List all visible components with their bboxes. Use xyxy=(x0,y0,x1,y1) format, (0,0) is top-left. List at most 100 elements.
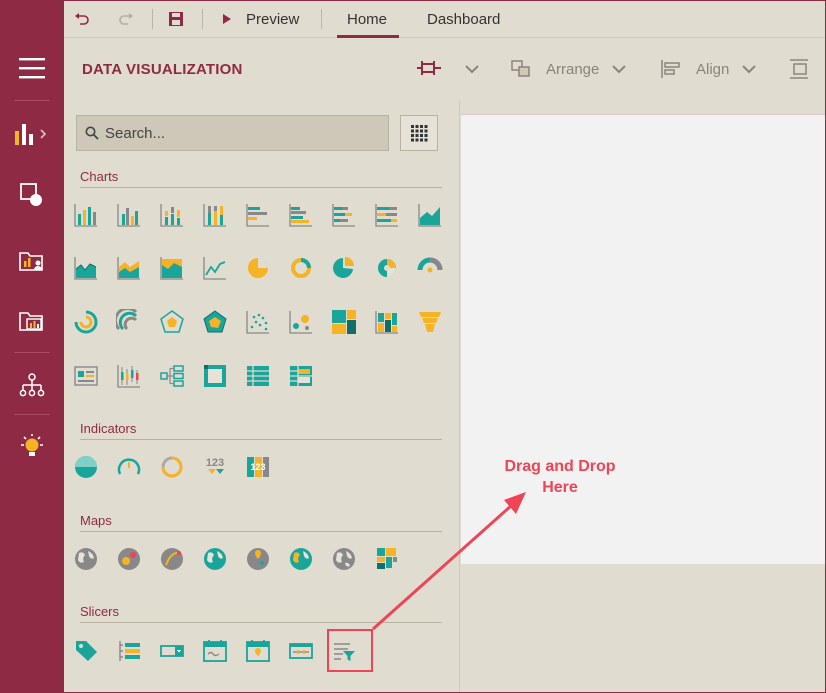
calendar-range-icon xyxy=(203,640,227,662)
world-map-widget[interactable] xyxy=(330,545,358,573)
doughnut-chart-widget[interactable] xyxy=(287,254,315,282)
tag-slicer-widget[interactable] xyxy=(72,637,100,665)
pin-icon xyxy=(417,61,441,75)
scatter-chart-widget[interactable] xyxy=(244,308,272,336)
polar-chart-icon xyxy=(116,309,138,331)
preview-button[interactable]: Preview xyxy=(222,0,299,38)
bubble-chart-widget[interactable] xyxy=(287,308,315,336)
line-chart-widget[interactable] xyxy=(201,254,229,282)
filters-button[interactable] xyxy=(0,178,64,212)
panel-header-bar: DATA VISUALIZATION Arrange Align xyxy=(64,38,826,100)
arrange-button[interactable]: Arrange xyxy=(510,58,627,80)
range-slider-slicer-widget[interactable] xyxy=(287,637,315,665)
radial-pie-icon xyxy=(378,259,396,277)
save-button[interactable] xyxy=(168,0,184,38)
number-card-widget[interactable] xyxy=(158,453,186,481)
filled-map-widget[interactable] xyxy=(201,545,229,573)
progress-ring-icon xyxy=(161,456,183,478)
bar-chart-widget[interactable] xyxy=(244,201,272,229)
pin-button[interactable] xyxy=(416,58,442,80)
spark-grid-widget[interactable]: 123 xyxy=(244,453,272,481)
grid-widget[interactable] xyxy=(244,362,272,390)
filled-radar-widget[interactable] xyxy=(201,308,229,336)
chevron-down-icon xyxy=(742,65,757,74)
semi-pie-widget[interactable] xyxy=(416,254,444,282)
bubble-map-widget[interactable] xyxy=(115,545,143,573)
marker-map-widget[interactable] xyxy=(244,545,272,573)
radar-chart-widget[interactable] xyxy=(158,308,186,336)
stacked-column-100-widget[interactable] xyxy=(201,201,229,229)
data-visualization-button[interactable] xyxy=(0,116,64,152)
polar-chart-widget[interactable] xyxy=(115,308,143,336)
list-slicer-icon xyxy=(119,641,140,661)
map-widget[interactable] xyxy=(72,545,100,573)
clustered-column-icon xyxy=(117,204,140,227)
search-input[interactable] xyxy=(105,124,375,142)
tab-home[interactable]: Home xyxy=(347,0,387,38)
date-picker-slicer-widget[interactable] xyxy=(244,637,272,665)
tile-map-widget[interactable] xyxy=(373,545,401,573)
card-widget[interactable] xyxy=(72,362,100,390)
date-range-slicer-widget[interactable] xyxy=(201,637,229,665)
radial-gauge-widget[interactable] xyxy=(115,453,143,481)
column-chart-widget[interactable] xyxy=(72,201,100,229)
distribute-icon xyxy=(790,59,808,79)
pin-dropdown[interactable] xyxy=(464,58,480,80)
undo-icon xyxy=(75,13,89,25)
pyramid-pie-widget[interactable] xyxy=(373,254,401,282)
radial-gauge-icon xyxy=(117,458,141,475)
data-source-button[interactable] xyxy=(0,244,64,278)
clustered-bar-widget[interactable] xyxy=(287,201,315,229)
list-slicer-widget[interactable] xyxy=(115,637,143,665)
undo-button[interactable] xyxy=(74,0,90,38)
stacked-area-100-widget[interactable] xyxy=(158,254,186,282)
number-indicator-widget[interactable]: 123 xyxy=(201,453,229,481)
clustered-column-widget[interactable] xyxy=(115,201,143,229)
line-chart-icon xyxy=(203,257,226,280)
menu-button[interactable] xyxy=(0,48,64,88)
pie-chart-widget[interactable] xyxy=(244,254,272,282)
flow-map-widget[interactable] xyxy=(158,545,186,573)
highlighted-widget-box xyxy=(327,629,373,672)
treemap-widget[interactable] xyxy=(330,308,358,336)
left-sidebar xyxy=(0,0,64,693)
dashboards-button[interactable] xyxy=(0,304,64,338)
combobox-slicer-widget[interactable] xyxy=(158,637,186,665)
stacked-column-widget[interactable] xyxy=(158,201,186,229)
exploded-pie-widget[interactable] xyxy=(330,254,358,282)
candlestick-widget[interactable] xyxy=(115,362,143,390)
ideas-button[interactable] xyxy=(0,430,64,464)
funnel-chart-icon xyxy=(419,312,441,332)
clustered-bar-icon xyxy=(289,204,312,227)
distribute-button[interactable] xyxy=(788,58,810,80)
hierarchy-tree-widget[interactable] xyxy=(158,362,186,390)
stacked-bar-100-widget[interactable] xyxy=(373,201,401,229)
shape-filter-icon xyxy=(20,183,42,206)
stacked-area-widget[interactable] xyxy=(115,254,143,282)
grid-view-button[interactable] xyxy=(400,115,438,151)
pivot-grid-widget[interactable] xyxy=(287,362,315,390)
hierarchy-icon xyxy=(19,373,45,397)
radar-chart-icon xyxy=(160,310,184,333)
radial-bar-widget[interactable] xyxy=(72,308,100,336)
area-chart-widget[interactable] xyxy=(416,201,444,229)
chevron-down-icon xyxy=(612,65,627,74)
funnel-chart-widget[interactable] xyxy=(416,308,444,336)
tab-dashboard[interactable]: Dashboard xyxy=(427,0,500,38)
panel-title: DATA VISUALIZATION xyxy=(82,61,243,78)
scatter-chart-icon xyxy=(246,311,269,334)
stacked-bar-widget[interactable] xyxy=(330,201,358,229)
choropleth-map-widget[interactable] xyxy=(287,545,315,573)
semi-doughnut-icon xyxy=(417,257,443,273)
heatmap-widget[interactable] xyxy=(373,308,401,336)
align-button[interactable]: Align xyxy=(660,58,757,80)
tab-home-label: Home xyxy=(347,10,388,28)
redo-button[interactable] xyxy=(118,0,134,38)
kpi-widget[interactable] xyxy=(72,453,100,481)
image-widget[interactable] xyxy=(201,362,229,390)
pivot-grid-icon xyxy=(290,366,312,386)
spline-area-icon xyxy=(74,257,97,280)
hierarchy-button[interactable] xyxy=(0,368,64,402)
line-area-widget[interactable] xyxy=(72,254,100,282)
radial-bar-icon xyxy=(74,310,98,334)
